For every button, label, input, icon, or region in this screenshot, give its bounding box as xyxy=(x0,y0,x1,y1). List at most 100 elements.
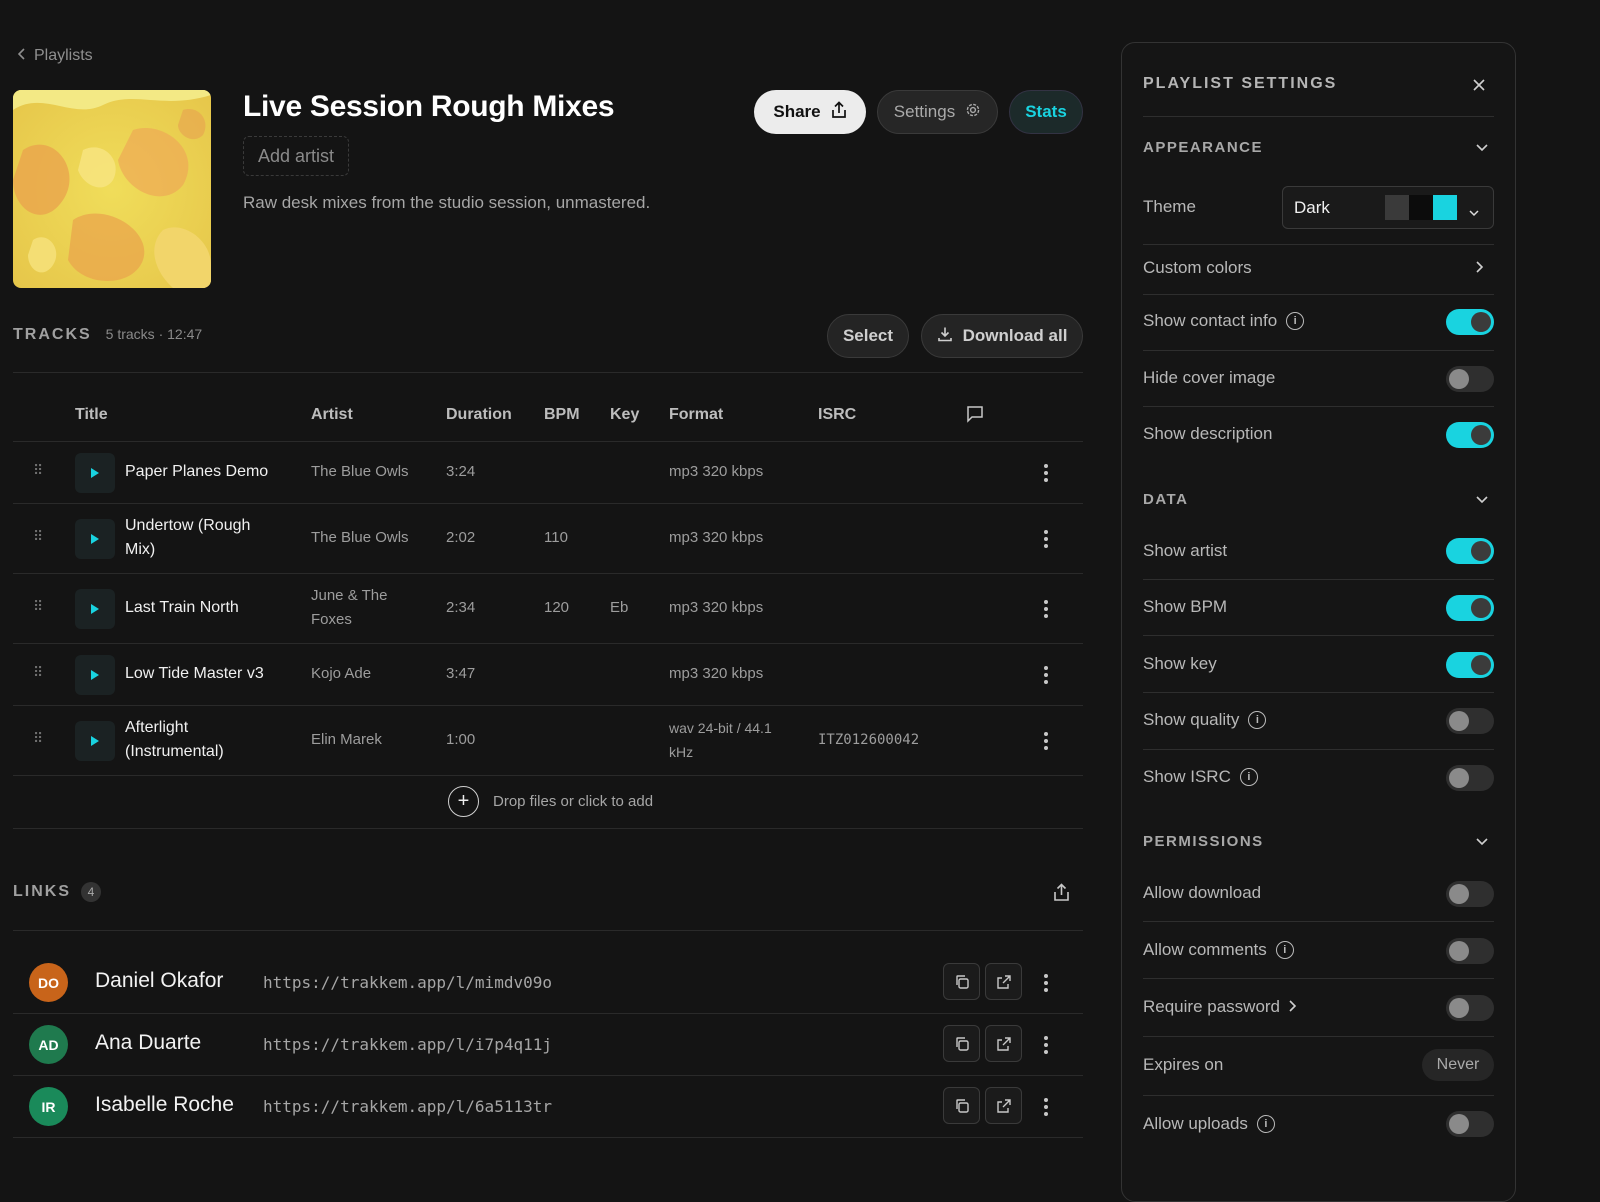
comment-icon[interactable] xyxy=(966,405,984,428)
play-button[interactable] xyxy=(75,453,115,493)
chevron-right-icon[interactable] xyxy=(1476,260,1484,276)
show-contact-info-toggle[interactable] xyxy=(1446,309,1494,335)
drag-handle-icon[interactable]: ⠿ xyxy=(33,598,43,615)
info-icon[interactable]: i xyxy=(1256,1115,1275,1133)
column-header-format[interactable]: Format xyxy=(669,406,723,424)
require-password-toggle[interactable] xyxy=(1446,995,1494,1021)
play-button[interactable] xyxy=(75,721,115,761)
more-options-icon[interactable] xyxy=(1041,1036,1051,1054)
divider xyxy=(1143,244,1494,245)
info-icon[interactable]: i xyxy=(1275,941,1294,959)
open-link-button[interactable] xyxy=(985,1087,1022,1124)
show-key-toggle[interactable] xyxy=(1446,652,1494,678)
copy-link-button[interactable] xyxy=(943,1087,980,1124)
link-url[interactable]: https://trakkem.app/l/mimdv09o xyxy=(263,973,552,992)
link-row[interactable]: AD Ana Duarte https://trakkem.app/l/i7p4… xyxy=(13,1014,1083,1076)
link-recipient-name: Isabelle Roche xyxy=(95,1093,234,1116)
link-url[interactable]: https://trakkem.app/l/i7p4q11j xyxy=(263,1035,552,1054)
drop-zone[interactable]: + Drop files or click to add xyxy=(448,786,653,817)
custom-colors-label[interactable]: Custom colors xyxy=(1143,258,1252,278)
links-section-label: LINKS xyxy=(13,883,71,900)
drag-handle-icon[interactable]: ⠿ xyxy=(33,462,43,479)
back-to-playlists-link[interactable]: Playlists xyxy=(17,47,93,65)
playlist-description[interactable]: Raw desk mixes from the studio session, … xyxy=(243,193,650,213)
track-title[interactable]: Afterlight (Instrumental) xyxy=(125,716,265,764)
avatar: IR xyxy=(29,1087,68,1126)
open-link-button[interactable] xyxy=(985,963,1022,1000)
close-icon[interactable] xyxy=(1472,75,1486,98)
download-all-button[interactable]: Download all xyxy=(921,314,1083,358)
more-options-icon[interactable] xyxy=(1041,600,1051,618)
track-title[interactable]: Undertow (Rough Mix) xyxy=(125,514,275,562)
share-button[interactable]: Share xyxy=(754,90,866,134)
divider xyxy=(1143,749,1494,750)
chevron-down-icon[interactable] xyxy=(1476,491,1488,507)
more-options-icon[interactable] xyxy=(1041,666,1051,684)
permissions-section-label[interactable]: PERMISSIONS xyxy=(1143,833,1264,850)
more-options-icon[interactable] xyxy=(1041,732,1051,750)
settings-button[interactable]: Settings xyxy=(877,90,998,134)
table-row[interactable]: ⠿ Low Tide Master v3 Kojo Ade 3:47 mp3 3… xyxy=(13,644,1083,706)
table-row[interactable]: ⠿ Afterlight (Instrumental) Elin Marek 1… xyxy=(13,706,1083,776)
track-title[interactable]: Low Tide Master v3 xyxy=(125,662,295,686)
table-row[interactable]: ⠿ Last Train North June & The Foxes 2:34… xyxy=(13,574,1083,644)
track-title[interactable]: Paper Planes Demo xyxy=(125,460,295,484)
select-button[interactable]: Select xyxy=(827,314,909,358)
allow-uploads-toggle[interactable] xyxy=(1446,1111,1494,1137)
drag-handle-icon[interactable]: ⠿ xyxy=(33,664,43,681)
copy-link-button[interactable] xyxy=(943,1025,980,1062)
chevron-down-icon[interactable] xyxy=(1476,139,1488,155)
play-button[interactable] xyxy=(75,519,115,559)
table-row[interactable]: ⠿ Undertow (Rough Mix) The Blue Owls 2:0… xyxy=(13,504,1083,574)
track-format: mp3 320 kbps xyxy=(669,665,764,682)
playlist-title[interactable]: Live Session Rough Mixes xyxy=(243,90,615,124)
copy-icon xyxy=(955,974,969,989)
chevron-down-icon[interactable] xyxy=(1476,833,1488,849)
require-password-label[interactable]: Require password xyxy=(1143,997,1297,1017)
column-header-isrc[interactable]: ISRC xyxy=(818,406,856,424)
show-bpm-toggle[interactable] xyxy=(1446,595,1494,621)
more-options-icon[interactable] xyxy=(1041,464,1051,482)
link-row[interactable]: IR Isabelle Roche https://trakkem.app/l/… xyxy=(13,1076,1083,1138)
column-header-bpm[interactable]: BPM xyxy=(544,406,580,424)
info-icon[interactable]: i xyxy=(1239,768,1258,786)
play-button[interactable] xyxy=(75,589,115,629)
column-header-duration[interactable]: Duration xyxy=(446,406,512,424)
allow-comments-text: Allow comments xyxy=(1143,940,1267,959)
track-key: Eb xyxy=(610,599,629,616)
theme-select[interactable]: Dark xyxy=(1282,186,1494,229)
drag-handle-icon[interactable]: ⠿ xyxy=(33,528,43,545)
allow-download-toggle[interactable] xyxy=(1446,881,1494,907)
show-description-toggle[interactable] xyxy=(1446,422,1494,448)
table-row[interactable]: ⠿ Paper Planes Demo The Blue Owls 3:24 m… xyxy=(13,442,1083,504)
more-options-icon[interactable] xyxy=(1041,974,1051,992)
copy-link-button[interactable] xyxy=(943,963,980,1000)
select-label: Select xyxy=(842,326,894,345)
link-url[interactable]: https://trakkem.app/l/6a5113tr xyxy=(263,1097,552,1116)
column-header-title[interactable]: Title xyxy=(75,406,108,424)
appearance-section-label[interactable]: APPEARANCE xyxy=(1143,139,1263,156)
info-icon[interactable]: i xyxy=(1286,312,1305,330)
play-icon xyxy=(91,670,99,680)
show-isrc-toggle[interactable] xyxy=(1446,765,1494,791)
data-section-label[interactable]: DATA xyxy=(1143,491,1188,508)
link-row[interactable]: DO Daniel Okafor https://trakkem.app/l/m… xyxy=(13,952,1083,1014)
show-artist-toggle[interactable] xyxy=(1446,538,1494,564)
expires-on-button[interactable]: Never xyxy=(1422,1049,1494,1081)
track-title[interactable]: Last Train North xyxy=(125,596,295,620)
stats-button[interactable]: Stats xyxy=(1009,90,1083,134)
info-icon[interactable]: i xyxy=(1248,711,1267,729)
play-button[interactable] xyxy=(75,655,115,695)
add-artist-button[interactable]: Add artist xyxy=(243,136,350,176)
show-quality-toggle[interactable] xyxy=(1446,708,1494,734)
drag-handle-icon[interactable]: ⠿ xyxy=(33,730,43,747)
share-link-icon[interactable] xyxy=(1053,883,1070,907)
open-link-button[interactable] xyxy=(985,1025,1022,1062)
column-header-key[interactable]: Key xyxy=(610,406,639,424)
hide-cover-image-toggle[interactable] xyxy=(1446,366,1494,392)
column-header-artist[interactable]: Artist xyxy=(311,406,353,424)
more-options-icon[interactable] xyxy=(1041,530,1051,548)
link-recipient-name: Daniel Okafor xyxy=(95,969,224,992)
more-options-icon[interactable] xyxy=(1041,1098,1051,1116)
allow-comments-toggle[interactable] xyxy=(1446,938,1494,964)
